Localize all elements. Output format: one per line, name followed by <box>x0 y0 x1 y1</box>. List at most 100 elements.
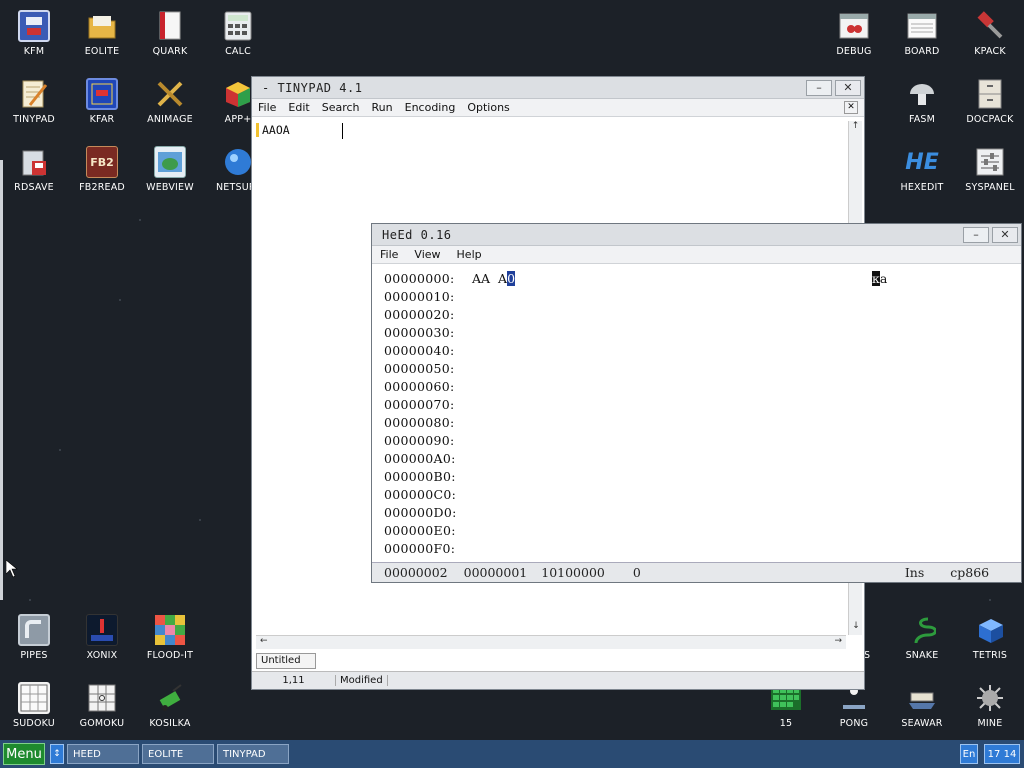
hex-byte[interactable]: A <box>498 271 507 286</box>
close-document-icon[interactable]: ✕ <box>844 101 858 114</box>
mouse-pointer-icon <box>5 559 18 581</box>
icon-label: SUDOKU <box>13 718 55 729</box>
offset-row: 000000D0: <box>384 505 457 520</box>
icon-label: CALC <box>225 46 251 57</box>
menu-edit[interactable]: Edit <box>282 101 315 114</box>
status-value: 00000001 <box>463 565 528 580</box>
icon-label: ANIMAGE <box>147 114 193 125</box>
desktop-icon-kpack[interactable]: KPACK <box>956 4 1024 64</box>
icon-label: KFM <box>23 46 45 57</box>
icon-label: QUARK <box>152 46 188 57</box>
hex-byte[interactable]: AA <box>472 271 490 286</box>
task-heed[interactable]: HEED <box>67 744 139 764</box>
heed-window[interactable]: HeEd 0.16 – ✕ File View Help 00000000: 0… <box>371 223 1022 583</box>
mushroom-icon <box>906 78 938 110</box>
tinypad-menubar: File Edit Search Run Encoding Options ✕ <box>252 99 864 117</box>
desktop-icon-kosilka[interactable]: KOSILKA <box>136 676 204 736</box>
editor-text: AAOA <box>262 123 290 137</box>
menu-encoding[interactable]: Encoding <box>399 101 462 114</box>
menu-view[interactable]: View <box>406 248 448 261</box>
map-picture-icon <box>154 146 186 178</box>
status-decimal: 0 <box>632 565 641 580</box>
icon-label: FLOOD-IT <box>146 650 194 661</box>
language-indicator[interactable]: En <box>960 744 978 764</box>
ascii-row-0[interactable]: кa <box>872 270 887 288</box>
icon-label: FB2READ <box>79 182 125 193</box>
close-button[interactable]: ✕ <box>992 226 1018 243</box>
icon-label: EOLITE <box>84 46 120 57</box>
menu-file[interactable]: File <box>372 248 406 261</box>
minimize-button[interactable]: – <box>806 79 832 96</box>
desktop-icon-debug[interactable]: DEBUG <box>820 4 888 64</box>
desktop-icon-fasm[interactable]: FASM <box>888 72 956 132</box>
desktop-icon-quark[interactable]: QUARK <box>136 4 204 64</box>
status-mode: Ins <box>904 565 925 580</box>
scroll-down-icon[interactable]: ↓ <box>849 621 863 635</box>
desktop-icon-sudoku[interactable]: SUDOKU <box>0 676 68 736</box>
offset-row: 00000080: <box>384 415 455 430</box>
icon-label: TINYPAD <box>13 114 55 125</box>
scroll-left-icon[interactable]: ← <box>260 636 268 646</box>
tinypad-titlebar[interactable]: - TINYPAD 4.1 – ✕ <box>252 77 864 99</box>
offset-row: 00000010: <box>384 289 455 304</box>
desktop-icon-hexedit[interactable]: HE HEXEDIT <box>888 140 956 200</box>
minimize-button[interactable]: – <box>963 226 989 243</box>
hex-bytes-row-0[interactable]: AA A0 <box>472 270 516 288</box>
desktop-icon-eolite[interactable]: EOLITE <box>68 4 136 64</box>
switch-arrows-icon[interactable]: ↕ <box>50 744 64 764</box>
desktop-icon-seawar[interactable]: SEAWAR <box>888 676 956 736</box>
status-offset: 00000002 <box>384 565 448 580</box>
menu-options[interactable]: Options <box>461 101 515 114</box>
bug-window-icon <box>838 10 870 42</box>
tab-untitled[interactable]: Untitled <box>256 653 316 669</box>
desktop-icon-flood-it[interactable]: FLOOD-IT <box>136 608 204 668</box>
desktop-icon-mine[interactable]: MINE <box>956 676 1024 736</box>
tinypad-statusbar: 1,11 Modified <box>252 671 864 689</box>
menu-search[interactable]: Search <box>316 101 366 114</box>
menu-button[interactable]: Menu <box>3 743 45 765</box>
desktop-icon-tetris[interactable]: TETRIS <box>956 608 1024 668</box>
hex-cursor[interactable]: 0 <box>507 271 516 286</box>
close-button[interactable]: ✕ <box>835 79 861 96</box>
pipes-icon <box>18 614 50 646</box>
desktop-icon-animage[interactable]: ANIMAGE <box>136 72 204 132</box>
desktop-icon-gomoku[interactable]: GOMOKU <box>68 676 136 736</box>
desktop-icon-board[interactable]: BOARD <box>888 4 956 64</box>
desktop-icon-webview[interactable]: WEBVIEW <box>136 140 204 200</box>
globe-icon <box>222 146 252 178</box>
menu-run[interactable]: Run <box>366 101 399 114</box>
icon-label: KFAR <box>89 114 115 125</box>
desktop-icon-kfar[interactable]: KFAR <box>68 72 136 132</box>
desktop-icon-kfm[interactable]: KFM <box>0 4 68 64</box>
desktop-icon-fb2read[interactable]: FB2 FB2READ <box>68 140 136 200</box>
desktop-icon-pipes[interactable]: PIPES <box>0 608 68 668</box>
scroll-up-icon[interactable]: ↑ <box>849 121 862 135</box>
mine-icon <box>974 682 1006 714</box>
desktop-icon-calc[interactable]: CALC <box>204 4 272 64</box>
ascii-cursor[interactable]: к <box>872 271 880 286</box>
icon-label: RDSAVE <box>14 182 54 193</box>
task-tinypad[interactable]: TINYPAD <box>217 744 289 764</box>
desktop-icon-netsurf[interactable]: NETSURF <box>204 140 252 200</box>
offset-row: 00000070: <box>384 397 455 412</box>
ramdisk-save-icon <box>18 146 50 178</box>
desktop-icon-xonix[interactable]: XONIX <box>68 608 136 668</box>
desktop-icon-snake[interactable]: SNAKE <box>888 608 956 668</box>
desktop-icon-rdsave[interactable]: RDSAVE <box>0 140 68 200</box>
desktop-icon-tinypad[interactable]: TINYPAD <box>0 72 68 132</box>
horizontal-scrollbar[interactable]: ← → <box>256 635 846 649</box>
menu-file[interactable]: File <box>252 101 282 114</box>
sliders-icon <box>974 146 1006 178</box>
desktop-icon-docpack[interactable]: DOCPACK <box>956 72 1024 132</box>
heed-menubar: File View Help <box>372 246 1021 264</box>
offset-row: 00000000: <box>384 271 455 286</box>
menu-help[interactable]: Help <box>449 248 490 261</box>
task-eolite[interactable]: EOLITE <box>142 744 214 764</box>
text-cursor <box>342 123 343 139</box>
clock[interactable]: 17 14 <box>984 744 1020 764</box>
ascii-char[interactable]: a <box>880 271 887 286</box>
desktop-icon-syspanel[interactable]: SYSPANEL <box>956 140 1024 200</box>
heed-titlebar[interactable]: HeEd 0.16 – ✕ <box>372 224 1021 246</box>
ship-icon <box>906 682 938 714</box>
scroll-right-icon[interactable]: → <box>834 636 842 646</box>
